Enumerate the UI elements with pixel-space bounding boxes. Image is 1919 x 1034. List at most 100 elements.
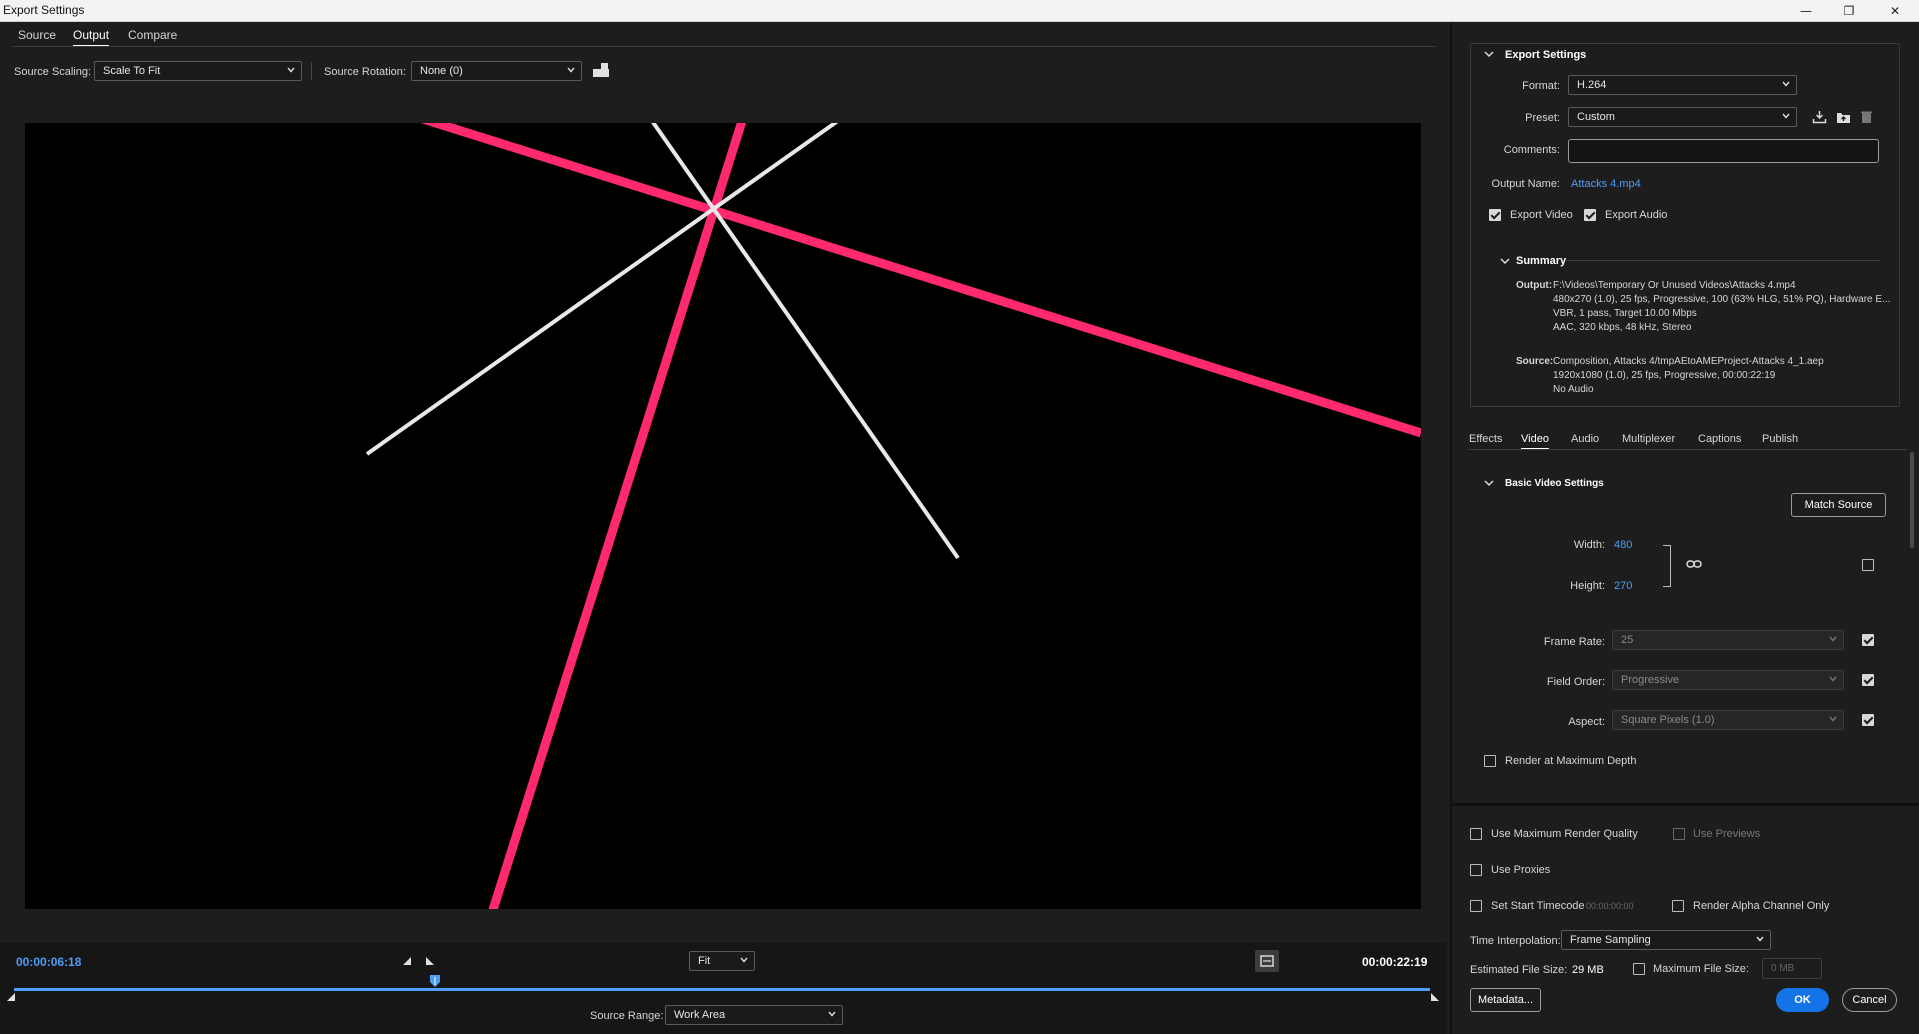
preset-dropdown[interactable]: Custom <box>1568 107 1797 127</box>
summary-header: Summary <box>1516 255 1567 267</box>
field-order-dropdown[interactable]: Progressive <box>1612 670 1844 690</box>
set-out-point-icon[interactable] <box>425 956 435 966</box>
current-timecode[interactable]: 00:00:06:18 <box>16 955 81 969</box>
source-range-dropdown[interactable]: Work Area <box>665 1005 843 1025</box>
render-max-depth-label: Render at Maximum Depth <box>1505 755 1637 767</box>
close-button[interactable]: ✕ <box>1872 0 1918 22</box>
use-previews-label: Use Previews <box>1693 828 1761 840</box>
height-value[interactable]: 270 <box>1614 580 1632 592</box>
output-name-label: Output Name: <box>1491 178 1560 190</box>
frame-rate-dropdown[interactable]: 25 <box>1612 630 1844 650</box>
aspect-value: Square Pixels (1.0) <box>1621 714 1715 726</box>
chevron-down-icon <box>567 67 575 73</box>
render-max-depth-checkbox[interactable] <box>1484 755 1496 767</box>
export-settings-section <box>1470 43 1900 407</box>
ok-button[interactable]: OK <box>1776 988 1829 1012</box>
link-chain-icon[interactable] <box>1686 558 1702 570</box>
tab-publish[interactable]: Publish <box>1762 433 1798 445</box>
chevron-down-icon[interactable] <box>1484 50 1494 58</box>
tabs-divider <box>1468 449 1908 450</box>
summary-source-line: No Audio <box>1553 384 1594 395</box>
width-label: Width: <box>1573 539 1605 551</box>
start-timecode-value[interactable]: 00:00:00:00 <box>1586 901 1634 911</box>
aspect-dropdown[interactable]: Square Pixels (1.0) <box>1612 710 1844 730</box>
time-interpolation-value: Frame Sampling <box>1570 934 1651 946</box>
title-bar: Export Settings — ❐ ✕ <box>0 0 1919 22</box>
delete-preset-icon[interactable] <box>1860 110 1873 124</box>
chevron-down-icon <box>828 1011 836 1017</box>
aspect-label: Aspect: <box>1568 716 1605 728</box>
summary-output-label: Output: <box>1516 280 1553 291</box>
use-max-render-quality-checkbox[interactable] <box>1470 828 1482 840</box>
chevron-down-icon <box>740 957 748 963</box>
source-scaling-dropdown[interactable]: Scale To Fit <box>94 61 302 81</box>
frame-rate-match-checkbox[interactable] <box>1862 634 1874 646</box>
metadata-button[interactable]: Metadata... <box>1470 988 1541 1012</box>
time-interpolation-dropdown[interactable]: Frame Sampling <box>1561 930 1771 950</box>
minimize-button[interactable]: — <box>1783 0 1829 22</box>
range-start-handle-icon[interactable] <box>6 992 16 1002</box>
chevron-down-icon <box>1782 113 1790 119</box>
chevron-down-icon <box>1829 676 1837 682</box>
comments-input[interactable] <box>1568 139 1879 163</box>
tab-captions[interactable]: Captions <box>1698 433 1741 445</box>
use-previews-checkbox[interactable] <box>1673 828 1685 840</box>
tab-output[interactable]: Output <box>73 28 110 46</box>
tab-audio[interactable]: Audio <box>1571 433 1599 445</box>
chevron-down-icon[interactable] <box>1484 479 1494 487</box>
import-preset-icon[interactable] <box>1836 110 1851 124</box>
settings-scrollbar[interactable] <box>1910 452 1914 548</box>
save-preset-icon[interactable] <box>1812 110 1827 124</box>
preset-label: Preset: <box>1525 112 1560 124</box>
frame-rate-label: Frame Rate: <box>1543 636 1605 648</box>
export-audio-checkbox[interactable] <box>1584 209 1596 221</box>
tab-divider <box>12 46 1436 47</box>
match-source-button[interactable]: Match Source <box>1791 493 1886 517</box>
tab-compare[interactable]: Compare <box>128 28 177 42</box>
tab-video[interactable]: Video <box>1521 433 1549 449</box>
preset-value: Custom <box>1577 111 1615 123</box>
duration-timecode: 00:00:22:19 <box>1362 955 1428 969</box>
summary-source-line: 1920x1080 (1.0), 25 fps, Progressive, 00… <box>1553 370 1776 381</box>
restore-button[interactable]: ❐ <box>1826 0 1872 22</box>
format-label: Format: <box>1522 80 1560 92</box>
output-name-link[interactable]: Attacks 4.mp4 <box>1571 178 1641 190</box>
max-file-size-checkbox[interactable] <box>1633 963 1645 975</box>
width-value[interactable]: 480 <box>1614 539 1632 551</box>
constrain-bracket <box>1663 545 1671 587</box>
cancel-button[interactable]: Cancel <box>1842 988 1897 1012</box>
export-audio-label: Export Audio <box>1605 209 1668 221</box>
render-alpha-checkbox[interactable] <box>1672 900 1684 912</box>
max-file-size-input[interactable]: 0 MB <box>1762 958 1822 979</box>
estimated-file-size-value: 29 MB <box>1572 964 1604 976</box>
export-video-checkbox[interactable] <box>1489 209 1501 221</box>
summary-source-label: Source: <box>1516 356 1554 367</box>
range-end-handle-icon[interactable] <box>1430 992 1440 1002</box>
aspect-match-checkbox[interactable] <box>1862 714 1874 726</box>
field-order-match-checkbox[interactable] <box>1862 674 1874 686</box>
format-dropdown[interactable]: H.264 <box>1568 75 1797 95</box>
use-proxies-checkbox[interactable] <box>1470 864 1482 876</box>
source-range-value: Work Area <box>674 1009 726 1021</box>
set-in-point-icon[interactable] <box>402 956 412 966</box>
source-rotation-dropdown[interactable]: None (0) <box>411 61 582 81</box>
field-order-label: Field Order: <box>1546 676 1605 688</box>
source-range-label: Source Range: <box>590 1010 664 1022</box>
toolbar-divider <box>311 62 312 80</box>
dimensions-override-checkbox[interactable] <box>1862 559 1874 571</box>
set-start-timecode-checkbox[interactable] <box>1470 900 1482 912</box>
crop-output-icon[interactable] <box>592 62 610 78</box>
tab-multiplexer[interactable]: Multiplexer <box>1622 433 1675 445</box>
summary-output-line: F:\Videos\Temporary Or Unused Videos\Att… <box>1553 280 1796 291</box>
source-rotation-label: Source Rotation: <box>324 66 406 78</box>
playhead-icon[interactable] <box>429 974 441 990</box>
tab-effects[interactable]: Effects <box>1469 433 1502 445</box>
chevron-down-icon[interactable] <box>1500 257 1510 265</box>
summary-output-line: VBR, 1 pass, Target 10.00 Mbps <box>1553 308 1697 319</box>
zoom-level-dropdown[interactable]: Fit <box>689 951 755 971</box>
time-interpolation-label: Time Interpolation: <box>1470 935 1561 947</box>
work-area-range-bar[interactable] <box>14 988 1430 991</box>
tab-source[interactable]: Source <box>18 28 56 42</box>
aspect-ratio-correction-icon[interactable] <box>1255 950 1279 972</box>
chevron-down-icon <box>1829 716 1837 722</box>
